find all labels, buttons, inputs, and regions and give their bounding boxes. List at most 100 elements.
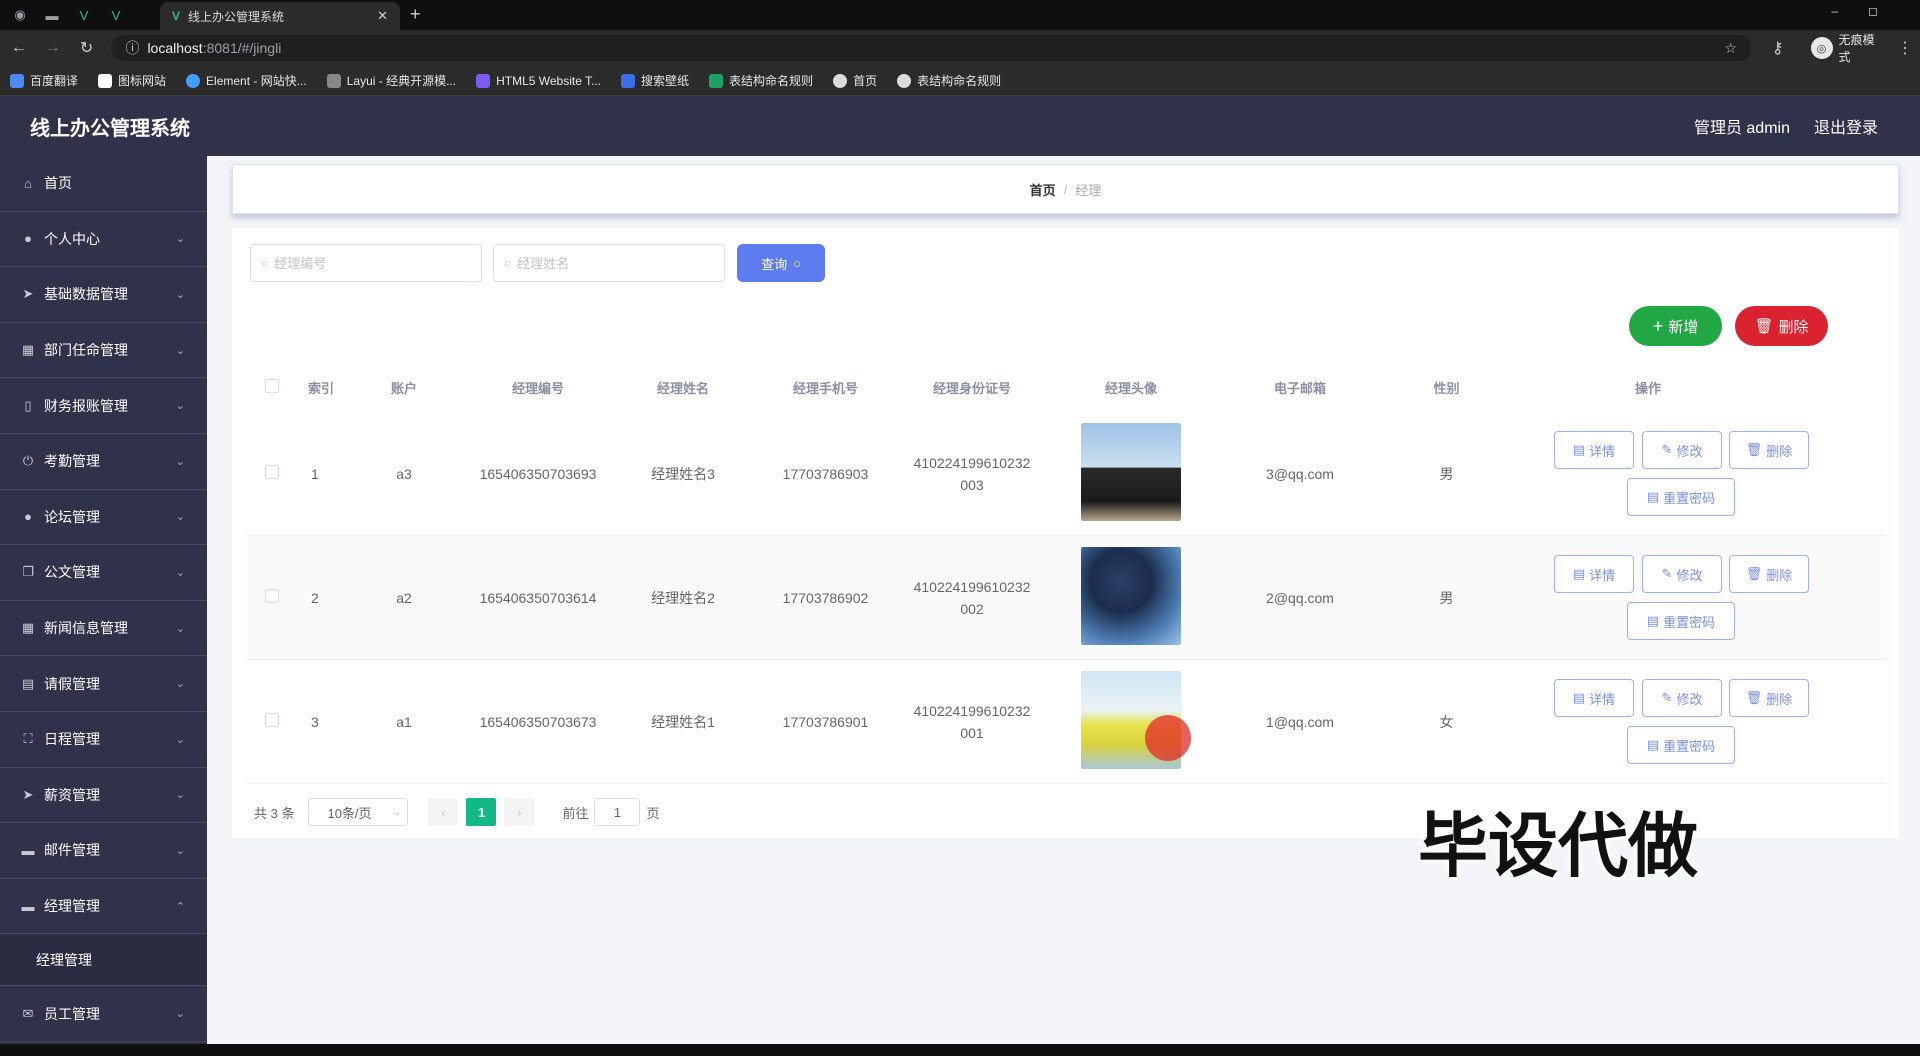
bookmark-item[interactable]: 表结构命名规则 bbox=[897, 72, 1001, 89]
more-icon[interactable]: ⋮ bbox=[1890, 38, 1920, 58]
detail-button[interactable]: ▤ 详情 bbox=[1554, 679, 1634, 717]
reset-password-button[interactable]: ▤ 重置密码 bbox=[1627, 726, 1735, 764]
tab-title: 线上办公管理系统 bbox=[188, 9, 285, 24]
row-checkbox[interactable] bbox=[265, 465, 279, 479]
edit-button[interactable]: ✎ 修改 bbox=[1642, 431, 1722, 469]
close-tab-icon[interactable]: ✕ bbox=[377, 8, 388, 24]
manager-name-search[interactable]: ○ bbox=[493, 244, 725, 282]
sheet-icon bbox=[709, 73, 724, 88]
cell-manager-name: 经理姓名2 bbox=[651, 589, 715, 606]
delete-label: 删除 bbox=[1766, 691, 1793, 707]
bookmark-item[interactable]: 搜索壁纸 bbox=[621, 72, 689, 89]
sidebar-item-label: 个人中心 bbox=[44, 230, 100, 247]
reload-icon[interactable]: ↻ bbox=[72, 38, 102, 58]
cell-phone: 17703786903 bbox=[782, 465, 869, 482]
query-button[interactable]: 查询 ○ bbox=[737, 244, 825, 282]
incognito-indicator[interactable]: ◎ 无痕模式 bbox=[1810, 31, 1887, 65]
sidebar-item-basic-data[interactable]: ➤ 基础数据管理 ⌄ bbox=[0, 267, 207, 323]
delete-button[interactable]: 🗑 删除 bbox=[1729, 555, 1809, 593]
active-browser-tab[interactable]: V 线上办公管理系统 ✕ bbox=[160, 2, 400, 30]
page-size-select[interactable]: 10条/页 ⌄ bbox=[308, 798, 409, 826]
sidebar-item-documents[interactable]: ❐ 公文管理 ⌄ bbox=[0, 545, 207, 601]
bookmark-item[interactable]: 百度翻译 bbox=[10, 72, 78, 89]
sidebar-item-label: 基础数据管理 bbox=[44, 286, 128, 303]
detail-button[interactable]: ▤ 详情 bbox=[1554, 431, 1634, 469]
sidebar-item-manager[interactable]: ▬ 经理管理 ⌃ bbox=[0, 879, 207, 935]
add-button[interactable]: + 新增 bbox=[1629, 306, 1722, 346]
page-number-current[interactable]: 1 bbox=[466, 798, 497, 826]
sidebar-item-department[interactable]: ▦ 部门任命管理 ⌄ bbox=[0, 323, 207, 379]
window-icon[interactable]: ▬ bbox=[40, 5, 64, 25]
bookmark-item[interactable]: 表结构命名规则 bbox=[709, 72, 813, 89]
breadcrumb-home[interactable]: 首页 bbox=[1030, 180, 1056, 199]
bookmark-item[interactable]: 图标网站 bbox=[98, 72, 166, 89]
logout-link[interactable]: 退出登录 bbox=[1814, 114, 1878, 138]
chevron-down-icon: ⌄ bbox=[393, 806, 402, 818]
sidebar-item-staff[interactable]: ✉ 员工管理 ⌄ bbox=[0, 986, 207, 1042]
back-icon[interactable]: ← bbox=[4, 39, 34, 57]
sidebar-item-mail[interactable]: ▬ 邮件管理 ⌄ bbox=[0, 823, 207, 879]
goto-page-input[interactable]: 1 bbox=[594, 798, 641, 826]
next-page-button[interactable]: › bbox=[504, 798, 535, 826]
row-checkbox[interactable] bbox=[265, 713, 279, 727]
reset-password-button[interactable]: ▤ 重置密码 bbox=[1627, 478, 1735, 516]
sidebar-item-label: 财务报账管理 bbox=[44, 397, 128, 414]
manager-no-input[interactable] bbox=[274, 255, 465, 271]
bookmark-item[interactable]: Layui - 经典开源模... bbox=[326, 72, 457, 89]
edit-label: 修改 bbox=[1676, 443, 1703, 459]
detail-label: 详情 bbox=[1589, 443, 1616, 459]
edit-button[interactable]: ✎ 修改 bbox=[1642, 679, 1722, 717]
url-host: localhost bbox=[147, 40, 203, 56]
browser-tab-strip: ◉ ▬ V V V 线上办公管理系统 ✕ + –◻ bbox=[0, 0, 1920, 30]
delete-button[interactable]: 🗑 删除 bbox=[1729, 431, 1809, 469]
bookmark-item[interactable]: 首页 bbox=[833, 72, 877, 89]
manager-name-input[interactable] bbox=[517, 255, 708, 271]
header-account: 账户 bbox=[390, 380, 417, 396]
prev-page-button[interactable]: ‹ bbox=[428, 798, 459, 826]
forward-icon[interactable]: → bbox=[38, 39, 68, 57]
delete-button[interactable]: 🗑 删除 bbox=[1729, 679, 1809, 717]
avatar[interactable] bbox=[1081, 423, 1181, 521]
bookmark-label: Layui - 经典开源模... bbox=[346, 74, 457, 88]
key-icon[interactable]: ⚷ bbox=[1763, 38, 1793, 58]
vue-tab-icon[interactable]: V bbox=[72, 5, 96, 25]
cell-index: 1 bbox=[311, 465, 319, 482]
sidebar-subitem-manager[interactable]: 经理管理 bbox=[0, 934, 207, 987]
sidebar: ⌂ 首页 ● 个人中心 ⌄ ➤ 基础数据管理 ⌄ ▦ 部门任命管理 ⌄ ▯ 财务报账管理 ⌄ ⏻ 考… bbox=[0, 156, 207, 1044]
window-controls[interactable]: –◻ bbox=[1831, 4, 1908, 18]
breadcrumb-current: 经理 bbox=[1075, 182, 1102, 198]
bookmark-item[interactable]: HTML5 Website T... bbox=[476, 73, 601, 88]
sidebar-item-home[interactable]: ⌂ 首页 bbox=[0, 156, 207, 212]
sidebar-item-forum[interactable]: ● 论坛管理 ⌄ bbox=[0, 490, 207, 546]
avatar[interactable] bbox=[1081, 547, 1181, 645]
new-tab-icon[interactable]: + bbox=[410, 4, 421, 25]
vue-tab-icon[interactable]: V bbox=[104, 5, 128, 25]
table-row: 2 a2 165406350703614 经理姓名2 17703786902 4… bbox=[247, 536, 1887, 660]
search-icon: ○ bbox=[261, 256, 269, 270]
sidebar-item-news[interactable]: ▦ 新闻信息管理 ⌄ bbox=[0, 601, 207, 657]
sidebar-item-schedule[interactable]: ⛶ 日程管理 ⌄ bbox=[0, 712, 207, 768]
batch-delete-button[interactable]: 🗑 删除 bbox=[1735, 306, 1828, 346]
edit-button[interactable]: ✎ 修改 bbox=[1642, 555, 1722, 593]
row-checkbox[interactable] bbox=[265, 589, 279, 603]
sidebar-item-finance[interactable]: ▯ 财务报账管理 ⌄ bbox=[0, 378, 207, 434]
detail-button[interactable]: ▤ 详情 bbox=[1554, 555, 1634, 593]
bookmark-star-icon[interactable]: ☆ bbox=[1724, 40, 1737, 57]
header-id-card: 经理身份证号 bbox=[932, 380, 1011, 396]
browser-menu-icon[interactable]: ◉ bbox=[8, 5, 32, 25]
reset-password-button[interactable]: ▤ 重置密码 bbox=[1627, 602, 1735, 640]
sidebar-item-label: 邮件管理 bbox=[44, 842, 100, 859]
sidebar-item-attendance[interactable]: ⏻ 考勤管理 ⌄ bbox=[0, 434, 207, 490]
select-all-checkbox[interactable] bbox=[265, 378, 279, 393]
bookmark-item[interactable]: Element - 网站快... bbox=[186, 72, 307, 89]
incognito-label: 无痕模式 bbox=[1838, 33, 1875, 64]
manager-no-search[interactable]: ○ bbox=[250, 244, 482, 282]
plus-icon: + bbox=[1652, 315, 1664, 336]
chevron-down-icon: ⌄ bbox=[175, 233, 185, 246]
header-manager-name: 经理姓名 bbox=[656, 380, 709, 396]
sidebar-item-profile[interactable]: ● 个人中心 ⌄ bbox=[0, 212, 207, 268]
sidebar-item-salary[interactable]: ➤ 薪资管理 ⌄ bbox=[0, 768, 207, 824]
sidebar-item-leave[interactable]: ▤ 请假管理 ⌄ bbox=[0, 656, 207, 712]
reset-password-label: 重置密码 bbox=[1663, 490, 1716, 506]
url-field[interactable]: ⓘ localhost:8081/#/jingli ☆ bbox=[111, 35, 1751, 61]
